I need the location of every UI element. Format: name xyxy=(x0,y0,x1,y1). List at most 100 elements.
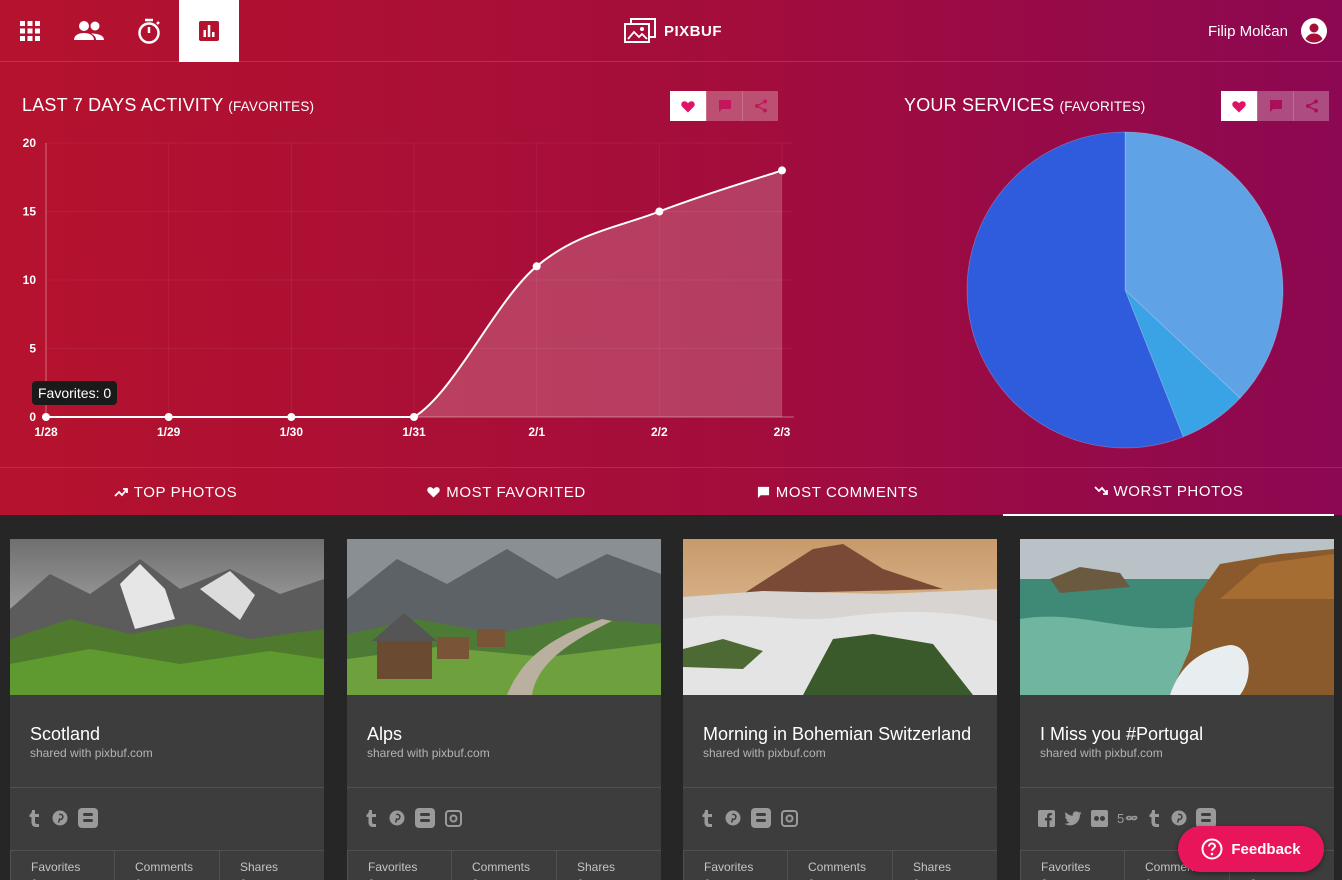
activity-toggle-group xyxy=(670,91,778,121)
help-circle-icon xyxy=(1201,838,1223,860)
photo-title: Morning in Bohemian Switzerland xyxy=(703,724,972,744)
x-tick-label: 1/31 xyxy=(402,425,426,439)
data-point xyxy=(532,262,541,271)
photo-title: Alps xyxy=(367,724,403,744)
x-tick-label: 2/2 xyxy=(651,425,668,439)
stat-label: Shares xyxy=(913,860,952,874)
data-point xyxy=(164,413,173,421)
nav-people-button[interactable] xyxy=(59,0,119,62)
divider xyxy=(683,787,997,788)
activity-comments-toggle[interactable] xyxy=(706,91,742,121)
x-tick-label: 2/1 xyxy=(528,425,545,439)
blogger-icon[interactable] xyxy=(751,808,771,828)
tumblr-icon[interactable] xyxy=(365,809,379,827)
trending-up-icon xyxy=(114,488,128,497)
nav-timer-button[interactable] xyxy=(119,0,179,62)
activity-subtitle: (FAVORITES) xyxy=(228,99,315,114)
comment-icon xyxy=(1269,100,1282,112)
brand-logo[interactable]: PIXBUF xyxy=(624,17,722,45)
services-favorites-toggle[interactable] xyxy=(1221,91,1257,121)
photo-tabs: TOP PHOTOS MOST FAVORITED MOST COMMENTS … xyxy=(0,467,1342,516)
photo-card[interactable]: Scotland shared with pixbuf.com Favorite… xyxy=(10,539,324,880)
shared-services xyxy=(28,808,98,828)
feedback-button[interactable]: Feedback xyxy=(1178,826,1324,872)
tab-most-favorited[interactable]: MOST FAVORITED xyxy=(339,468,674,516)
favorites-stat: Favorites0 xyxy=(683,851,788,880)
tab-top-photos[interactable]: TOP PHOTOS xyxy=(8,468,343,516)
services-subtitle: (FAVORITES) xyxy=(1059,99,1146,114)
stat-label: Favorites xyxy=(31,860,81,874)
favorites-stat: Favorites0 xyxy=(10,851,115,880)
tumblr-icon[interactable] xyxy=(1148,809,1162,827)
shared-services xyxy=(365,808,462,828)
blogger-icon[interactable] xyxy=(78,808,98,828)
user-menu[interactable]: Filip Molčan xyxy=(1208,17,1328,45)
favorites-stat: Favorites0 xyxy=(347,851,452,880)
services-comments-toggle[interactable] xyxy=(1257,91,1293,121)
chart-tooltip: Favorites: 0 xyxy=(32,381,118,405)
pinterest-icon[interactable] xyxy=(1171,810,1187,826)
services-toggle-group xyxy=(1221,91,1329,121)
photo-thumbnail[interactable] xyxy=(1020,539,1334,695)
y-tick-label: 20 xyxy=(23,136,37,150)
feedback-label: Feedback xyxy=(1231,840,1301,858)
comments-stat: Comments0 xyxy=(114,851,219,880)
photo-subtitle: shared with pixbuf.com xyxy=(1040,746,1163,760)
500px-icon[interactable]: 5 xyxy=(1117,810,1139,826)
activity-line-chart: 0 5 10 15 20 1/28 1/29 1/30 1/31 2/1 2/2 2/3 xyxy=(23,136,794,439)
blogger-icon[interactable] xyxy=(1196,808,1216,828)
services-shares-toggle[interactable] xyxy=(1293,91,1329,121)
tumblr-icon[interactable] xyxy=(28,809,42,827)
photo-thumbnail[interactable] xyxy=(10,539,324,695)
activity-title-text: LAST 7 DAYS ACTIVITY xyxy=(22,95,224,115)
photo-thumbnail[interactable] xyxy=(683,539,997,695)
apps-grid-icon xyxy=(20,21,40,41)
stat-label: Favorites xyxy=(704,860,754,874)
data-point xyxy=(778,166,786,175)
activity-favorites-toggle[interactable] xyxy=(670,91,706,121)
user-name: Filip Molčan xyxy=(1207,22,1288,40)
dashboard-header: PIXBUF Filip Molčan LAST 7 DAYS ACTIVITY… xyxy=(0,0,1342,516)
shares-stat: Shares0 xyxy=(892,851,997,880)
tab-most-comments[interactable]: MOST COMMENTS xyxy=(670,468,1005,516)
photo-thumbnail[interactable] xyxy=(347,539,661,695)
tab-label: WORST PHOTOS xyxy=(1113,482,1244,500)
stat-label: Shares xyxy=(240,860,279,874)
tab-label: TOP PHOTOS xyxy=(133,483,238,501)
share-icon xyxy=(754,99,767,113)
divider xyxy=(10,787,324,788)
pinterest-icon[interactable] xyxy=(52,810,68,826)
timer-icon xyxy=(138,18,160,44)
comments-stat: Comments0 xyxy=(451,851,556,880)
photo-title: I Miss you #Portugal xyxy=(1040,724,1204,744)
photo-subtitle: shared with pixbuf.com xyxy=(703,746,826,760)
services-title-text: YOUR SERVICES xyxy=(904,95,1055,115)
twitter-icon[interactable] xyxy=(1064,810,1082,826)
y-tick-label: 15 xyxy=(23,205,37,219)
pinterest-icon[interactable] xyxy=(389,810,405,826)
stat-label: Favorites xyxy=(1041,860,1091,874)
facebook-icon[interactable] xyxy=(1038,809,1055,827)
brand-name: PIXBUF xyxy=(664,22,723,40)
flickr-icon[interactable] xyxy=(1091,809,1108,827)
people-icon xyxy=(74,21,104,40)
services-title: YOUR SERVICES (FAVORITES) xyxy=(904,95,1145,116)
photo-card[interactable]: Morning in Bohemian Switzerland shared w… xyxy=(683,539,997,880)
tab-worst-photos[interactable]: WORST PHOTOS xyxy=(1003,468,1334,516)
activity-shares-toggle[interactable] xyxy=(742,91,778,121)
account-circle-icon xyxy=(1301,18,1327,44)
nav-stats-button[interactable] xyxy=(179,0,239,62)
data-point xyxy=(42,413,50,421)
photo-card[interactable]: Alps shared with pixbuf.com Favorites0 C… xyxy=(347,539,661,880)
blogger-icon[interactable] xyxy=(415,808,435,828)
stat-label: Comments xyxy=(472,860,531,874)
tumblr-icon[interactable] xyxy=(701,809,715,827)
bar-chart-icon xyxy=(199,21,219,41)
pinterest-icon[interactable] xyxy=(725,810,741,826)
instagram-icon[interactable] xyxy=(781,809,798,827)
divider xyxy=(1020,787,1334,788)
instagram-icon[interactable] xyxy=(445,809,462,827)
shared-services: 5 xyxy=(1038,808,1216,828)
stat-label: Comments xyxy=(808,860,867,874)
nav-apps-button[interactable] xyxy=(0,0,60,62)
